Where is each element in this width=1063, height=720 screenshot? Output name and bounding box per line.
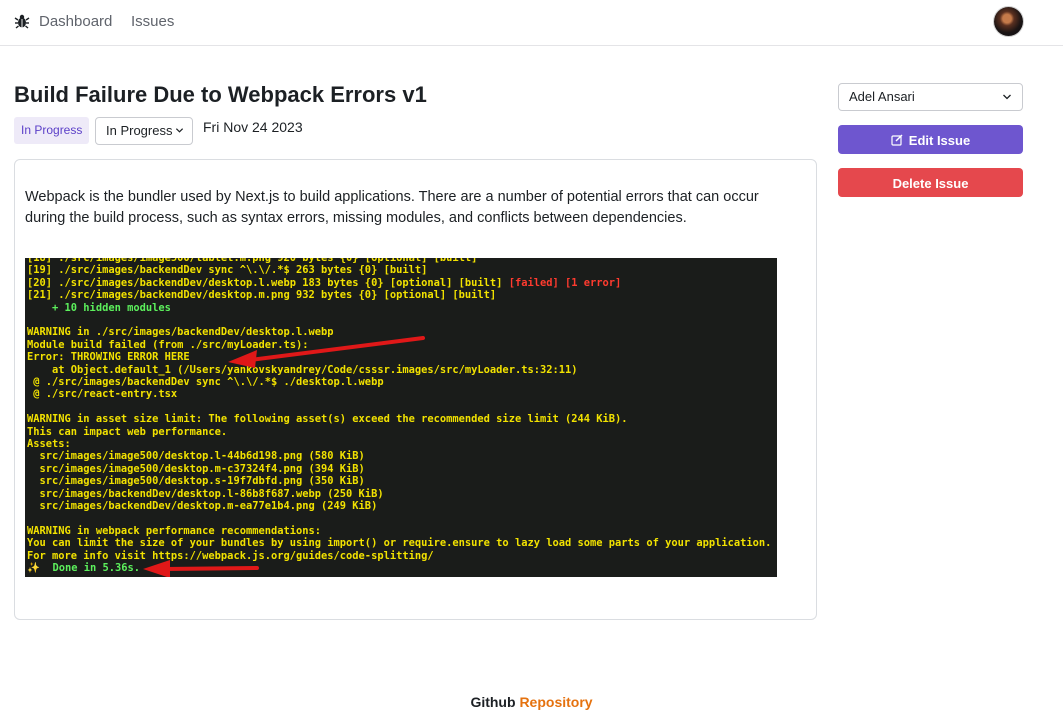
red-arrow-error bbox=[228, 336, 425, 368]
red-arrow-done bbox=[143, 560, 259, 577]
issue-title: Build Failure Due to Webpack Errors v1 bbox=[14, 82, 427, 107]
issue-date: Fri Nov 24 2023 bbox=[203, 119, 303, 135]
status-badge: In Progress bbox=[14, 117, 90, 144]
edit-issue-label: Edit Issue bbox=[908, 133, 971, 148]
footer-github-text: Github bbox=[470, 694, 516, 710]
footer-repository-link[interactable]: Repository bbox=[519, 694, 592, 710]
chevron-down-icon bbox=[175, 128, 184, 133]
delete-issue-label: Delete Issue bbox=[892, 176, 969, 191]
edit-icon bbox=[891, 134, 903, 146]
status-select[interactable]: In Progress bbox=[95, 117, 193, 145]
delete-issue-button[interactable]: Delete Issue bbox=[838, 168, 1023, 197]
footer: Github Repository bbox=[0, 694, 1063, 710]
issue-description: Webpack is the bundler used by Next.js t… bbox=[25, 189, 759, 226]
status-select-value: In Progress bbox=[106, 123, 173, 138]
nav-link-dashboard[interactable]: Dashboard bbox=[39, 13, 112, 30]
top-navbar: Dashboard Issues bbox=[0, 0, 1063, 46]
bug-icon[interactable] bbox=[14, 13, 30, 29]
terminal-screenshot: [18] ./src/images/image500/tablet.m.png … bbox=[25, 258, 777, 577]
nav-link-issues[interactable]: Issues bbox=[131, 13, 174, 30]
annotation-arrows bbox=[143, 336, 425, 577]
user-avatar[interactable] bbox=[994, 7, 1023, 36]
assignee-select[interactable]: Adel Ansari bbox=[838, 83, 1023, 111]
chevron-down-icon bbox=[1003, 94, 1011, 100]
edit-issue-button[interactable]: Edit Issue bbox=[838, 125, 1023, 154]
assignee-value: Adel Ansari bbox=[849, 89, 915, 104]
issue-description-card: Webpack is the bundler used by Next.js t… bbox=[14, 159, 817, 620]
